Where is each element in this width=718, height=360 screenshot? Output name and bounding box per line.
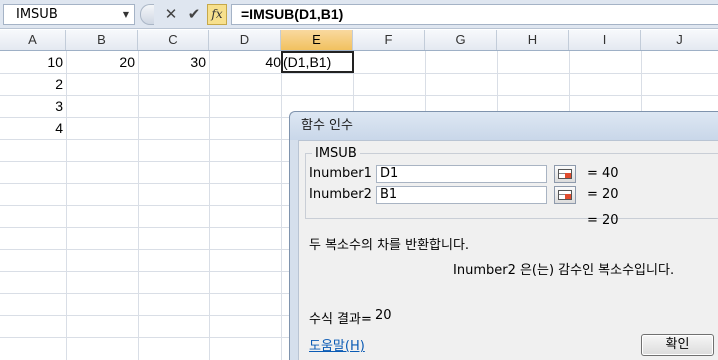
column-header-f[interactable]: F bbox=[353, 30, 425, 50]
name-box[interactable]: IMSUB ▼ bbox=[3, 4, 135, 25]
formula-bar: IMSUB ▼ ✕ ✔ fx =IMSUB(D1,B1) bbox=[0, 0, 718, 29]
formula-result-value: 20 bbox=[375, 308, 392, 323]
column-header-g[interactable]: G bbox=[425, 30, 497, 50]
column-header-b[interactable]: B bbox=[66, 30, 138, 50]
formula-input[interactable]: =IMSUB(D1,B1) bbox=[231, 4, 718, 25]
cell-a4[interactable]: 4 bbox=[0, 117, 66, 139]
range-select-icon bbox=[558, 190, 572, 200]
inumber2-result: = 20 bbox=[587, 187, 619, 202]
function-result: = 20 bbox=[587, 213, 619, 228]
column-header-row: A B C D E F G H I J bbox=[0, 30, 718, 51]
dialog-title[interactable]: 함수 인수 bbox=[290, 112, 718, 140]
column-header-c[interactable]: C bbox=[138, 30, 209, 50]
collapse-dialog-button-1[interactable] bbox=[554, 165, 576, 183]
formula-bar-grip-handle[interactable] bbox=[140, 4, 154, 25]
column-header-d[interactable]: D bbox=[209, 30, 281, 50]
cell-a2[interactable]: 2 bbox=[0, 73, 66, 95]
function-arguments-dialog: 함수 인수 IMSUB Inumber1 D1 = 40 Inumber2 B1… bbox=[289, 111, 718, 360]
cell-a3[interactable]: 3 bbox=[0, 95, 66, 117]
inumber1-input[interactable]: D1 bbox=[376, 165, 547, 183]
cell-c1[interactable]: 30 bbox=[138, 51, 209, 73]
cancel-icon[interactable]: ✕ bbox=[161, 4, 181, 25]
help-link[interactable]: 도움말(H) bbox=[309, 335, 365, 354]
inumber2-input[interactable]: B1 bbox=[376, 186, 547, 204]
arg-label-inumber2: Inumber2 bbox=[309, 187, 372, 202]
dialog-body: IMSUB Inumber1 D1 = 40 Inumber2 B1 = 20 … bbox=[298, 140, 718, 360]
argument-help-text: Inumber2 은(는) 감수인 복소수입니다. bbox=[453, 263, 675, 278]
function-name-label: IMSUB bbox=[312, 146, 360, 161]
column-header-e[interactable]: E bbox=[281, 30, 353, 50]
gridline bbox=[0, 73, 718, 74]
inumber1-result: = 40 bbox=[587, 166, 619, 181]
insert-function-button[interactable]: fx bbox=[207, 4, 227, 25]
gridline bbox=[0, 95, 718, 96]
range-select-icon bbox=[558, 169, 572, 179]
collapse-dialog-button-2[interactable] bbox=[554, 186, 576, 204]
cell-b1[interactable]: 20 bbox=[66, 51, 138, 73]
column-header-a[interactable]: A bbox=[0, 30, 66, 50]
enter-check-icon[interactable]: ✔ bbox=[184, 4, 204, 25]
ok-button[interactable]: 확인 bbox=[641, 334, 714, 356]
arg-label-inumber1: Inumber1 bbox=[309, 166, 372, 181]
column-header-h[interactable]: H bbox=[497, 30, 569, 50]
formula-result-label: 수식 결과= bbox=[309, 312, 372, 327]
function-description: 두 복소수의 차를 반환합니다. bbox=[309, 238, 470, 253]
column-header-j[interactable]: J bbox=[641, 30, 718, 50]
chevron-down-icon[interactable]: ▼ bbox=[120, 5, 132, 24]
cell-d1[interactable]: 40 bbox=[209, 51, 282, 73]
column-header-i[interactable]: I bbox=[569, 30, 641, 50]
cell-a1[interactable]: 10 bbox=[0, 51, 66, 73]
name-box-value: IMSUB bbox=[16, 7, 58, 22]
cell-e1-editing[interactable]: (D1,B1) bbox=[281, 51, 354, 73]
